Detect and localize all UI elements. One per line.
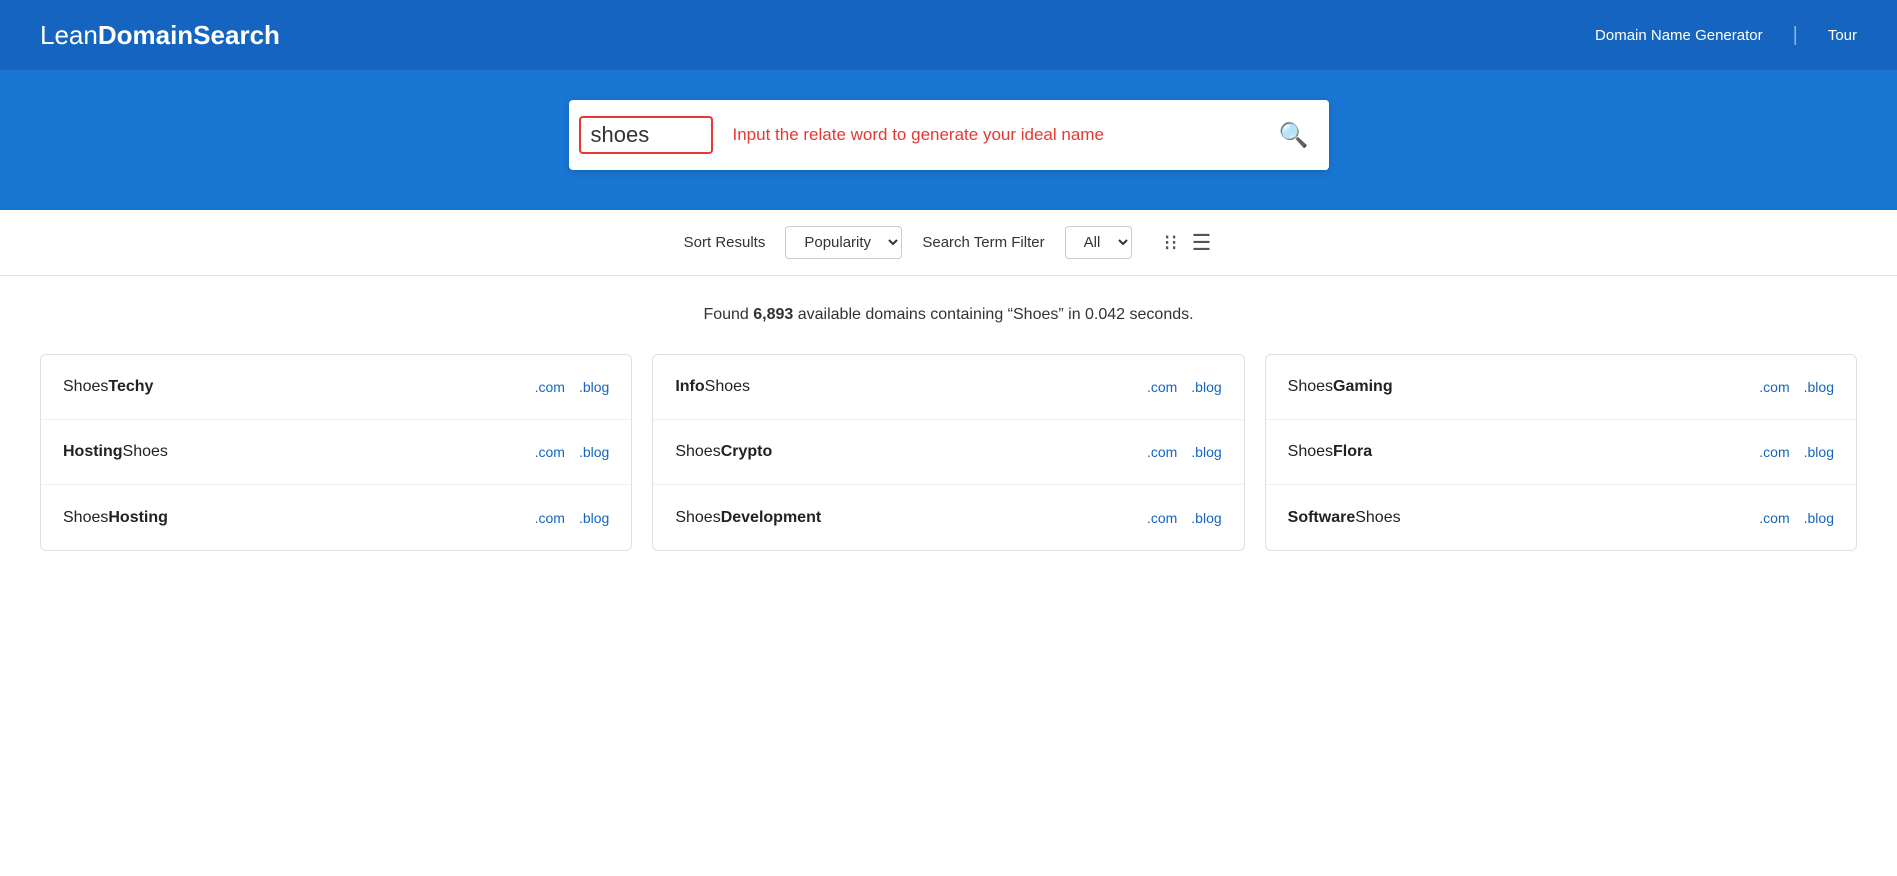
domain-links: .com .blog [1759,510,1834,526]
filter-select[interactable]: All [1065,226,1132,259]
table-row: ShoesTechy .com .blog [41,355,631,420]
domain-card-0: ShoesTechy .com .blog HostingShoes .com … [40,354,632,551]
search-icon: 🔍 [1279,121,1309,150]
blog-link[interactable]: .blog [1804,444,1834,460]
results-mid: available domains [793,306,926,323]
results-count: 6,893 [753,306,793,323]
domain-links: .com .blog [535,379,610,395]
tour-link[interactable]: Tour [1828,27,1857,44]
domain-name: SoftwareShoes [1288,509,1401,527]
grid-view-button[interactable]: ⁝⁝ [1162,228,1180,258]
domain-grid: ShoesTechy .com .blog HostingShoes .com … [40,354,1857,551]
table-row: InfoShoes .com .blog [653,355,1243,420]
domain-generator-link[interactable]: Domain Name Generator [1595,27,1763,44]
results-pre: Found [703,306,753,323]
com-link[interactable]: .com [535,510,565,526]
domain-links: .com .blog [1147,379,1222,395]
view-toggle: ⁝⁝ ☰ [1162,228,1214,258]
search-section: Input the relate word to generate your i… [0,70,1897,210]
domain-bold: Software [1288,509,1356,526]
blog-link[interactable]: .blog [1191,510,1221,526]
domain-name: ShoesDevelopment [675,509,821,527]
domain-links: .com .blog [1147,444,1222,460]
domain-name: InfoShoes [675,378,750,396]
com-link[interactable]: .com [1759,444,1789,460]
blog-link[interactable]: .blog [1191,444,1221,460]
table-row: ShoesFlora .com .blog [1266,420,1856,485]
domain-links: .com .blog [535,444,610,460]
blog-link[interactable]: .blog [1804,379,1834,395]
domain-bold: Hosting [108,509,168,526]
domain-card-2: ShoesGaming .com .blog ShoesFlora .com .… [1265,354,1857,551]
table-row: ShoesHosting .com .blog [41,485,631,550]
search-input[interactable] [591,122,701,148]
com-link[interactable]: .com [1759,510,1789,526]
main-content: Found 6,893 available domains containing… [0,276,1897,876]
com-link[interactable]: .com [1759,379,1789,395]
list-icon: ☰ [1192,230,1212,255]
logo-bold: DomainSearch [98,20,280,50]
com-link[interactable]: .com [535,379,565,395]
domain-bold: Development [721,509,821,526]
table-row: SoftwareShoes .com .blog [1266,485,1856,550]
domain-bold: Gaming [1333,378,1393,395]
domain-links: .com .blog [1759,444,1834,460]
header-nav: Domain Name Generator | Tour [1595,24,1857,47]
domain-links: .com .blog [535,510,610,526]
domain-bold: Techy [108,378,153,395]
domain-bold: Crypto [721,443,773,460]
blog-link[interactable]: .blog [1804,510,1834,526]
filter-label: Search Term Filter [922,234,1044,251]
sort-label: Sort Results [684,234,766,251]
table-row: HostingShoes .com .blog [41,420,631,485]
com-link[interactable]: .com [1147,379,1177,395]
domain-bold: Info [675,378,704,395]
blog-link[interactable]: .blog [1191,379,1221,395]
domain-name: HostingShoes [63,443,168,461]
results-post: containing “Shoes” in 0.042 seconds. [926,306,1194,323]
table-row: ShoesCrypto .com .blog [653,420,1243,485]
blog-link[interactable]: .blog [579,510,609,526]
com-link[interactable]: .com [1147,444,1177,460]
results-summary: Found 6,893 available domains containing… [40,306,1857,324]
table-row: ShoesDevelopment .com .blog [653,485,1243,550]
domain-name: ShoesTechy [63,378,153,396]
domain-name: ShoesCrypto [675,443,772,461]
search-bar: Input the relate word to generate your i… [569,100,1329,170]
domain-bold: Flora [1333,443,1372,460]
blog-link[interactable]: .blog [579,444,609,460]
domain-name: ShoesGaming [1288,378,1393,396]
search-input-wrap [579,116,713,154]
table-row: ShoesGaming .com .blog [1266,355,1856,420]
nav-divider: | [1793,24,1798,47]
search-hint: Input the relate word to generate your i… [723,125,1259,145]
grid-icon: ⁝⁝ [1164,230,1178,255]
domain-card-1: InfoShoes .com .blog ShoesCrypto .com .b… [652,354,1244,551]
blog-link[interactable]: .blog [579,379,609,395]
list-view-button[interactable]: ☰ [1190,228,1214,258]
domain-links: .com .blog [1759,379,1834,395]
sort-select[interactable]: Popularity [785,226,902,259]
com-link[interactable]: .com [535,444,565,460]
domain-name: ShoesFlora [1288,443,1373,461]
controls-bar: Sort Results Popularity Search Term Filt… [0,210,1897,276]
header: LeanDomainSearch Domain Name Generator |… [0,0,1897,70]
domain-bold: Hosting [63,443,123,460]
domain-name: ShoesHosting [63,509,168,527]
com-link[interactable]: .com [1147,510,1177,526]
logo: LeanDomainSearch [40,20,280,51]
domain-links: .com .blog [1147,510,1222,526]
search-button[interactable]: 🔍 [1259,100,1329,170]
logo-light: Lean [40,20,98,50]
